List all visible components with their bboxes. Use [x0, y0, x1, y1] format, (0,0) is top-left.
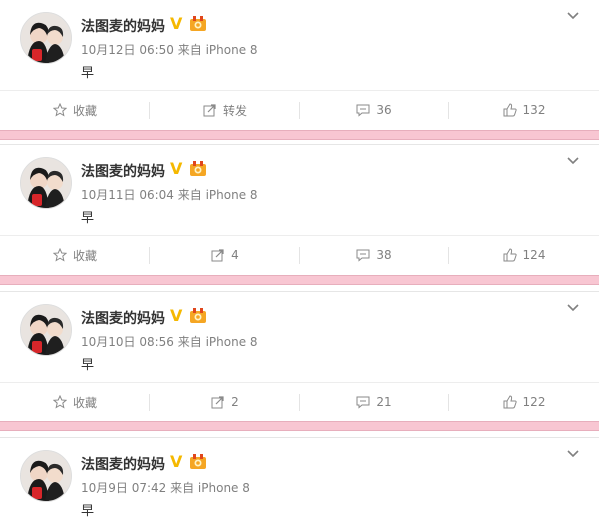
author-name[interactable]: 法图麦的妈妈	[81, 454, 165, 474]
post-text: 早	[81, 504, 95, 519]
weibo-feed: 法图麦的妈妈 V 10月12日 06:50 来自 iPhone 8 早 收藏 转…	[0, 0, 599, 532]
favorite-button[interactable]: 收藏	[0, 383, 150, 421]
favorite-button[interactable]: 收藏	[0, 91, 150, 129]
avatar-photo-icon	[21, 305, 71, 355]
post-text: 早	[81, 66, 95, 81]
repost-button[interactable]: 转发	[150, 91, 300, 129]
thumbs-up-icon	[503, 103, 517, 117]
like-count: 124	[522, 248, 546, 262]
repost-button[interactable]: 2	[150, 383, 300, 421]
like-button[interactable]: 124	[449, 236, 599, 274]
repost-arrow-icon	[211, 396, 224, 409]
author-name[interactable]: 法图麦的妈妈	[81, 16, 165, 36]
like-button[interactable]: 122	[449, 383, 599, 421]
action-bar: 收藏 转发 36 132	[0, 90, 599, 129]
verified-v-icon: V	[170, 14, 183, 33]
comment-count: 21	[376, 395, 392, 409]
star-icon	[52, 248, 67, 262]
thumbs-up-icon	[503, 248, 517, 262]
post-card: 法图麦的妈妈 V 10月11日 06:04 来自 iPhone 8 早 收藏 4…	[0, 144, 599, 273]
action-bar: 收藏 2 21 122	[0, 382, 599, 421]
post-separator	[0, 421, 599, 431]
avatar-photo-icon	[21, 451, 71, 501]
avatar[interactable]	[20, 12, 72, 64]
chevron-down-icon[interactable]	[565, 153, 581, 169]
chevron-down-icon[interactable]	[565, 446, 581, 462]
verified-v-icon: V	[170, 452, 183, 471]
favorite-button[interactable]: 收藏	[0, 236, 150, 274]
post-meta: 10月12日 06:50 来自 iPhone 8	[81, 43, 258, 57]
repost-arrow-icon	[203, 104, 216, 117]
repost-count: 4	[231, 248, 239, 262]
repost-arrow-icon	[211, 249, 224, 262]
avatar-photo-icon	[21, 13, 71, 63]
post-card: 法图麦的妈妈 V 10月10日 08:56 来自 iPhone 8 早 收藏 2…	[0, 291, 599, 420]
action-bar: 收藏 4 38 124	[0, 235, 599, 274]
favorite-label: 收藏	[72, 103, 97, 118]
like-count: 122	[522, 395, 546, 409]
post-meta: 10月11日 06:04 来自 iPhone 8	[81, 188, 258, 202]
verified-v-icon: V	[170, 159, 183, 178]
post-card: 法图麦的妈妈 V 10月9日 07:42 来自 iPhone 8 早	[0, 437, 599, 532]
repost-button[interactable]: 4	[150, 236, 300, 274]
repost-count: 2	[231, 395, 239, 409]
star-icon	[52, 103, 67, 117]
avatar[interactable]	[20, 304, 72, 356]
comment-bubble-icon	[356, 396, 370, 409]
favorite-label: 收藏	[72, 395, 97, 410]
star-icon	[52, 395, 67, 409]
post-separator	[0, 275, 599, 285]
post-meta: 10月9日 07:42 来自 iPhone 8	[81, 481, 250, 495]
comment-count: 38	[376, 248, 392, 262]
thumbs-up-icon	[503, 395, 517, 409]
post-separator	[0, 130, 599, 140]
comment-button[interactable]: 36	[299, 91, 449, 129]
avatar[interactable]	[20, 157, 72, 209]
author-name[interactable]: 法图麦的妈妈	[81, 308, 165, 328]
comment-bubble-icon	[356, 104, 370, 117]
author-name[interactable]: 法图麦的妈妈	[81, 161, 165, 181]
avatar-photo-icon	[21, 158, 71, 208]
medal-badge-icon[interactable]	[189, 453, 207, 470]
comment-count: 36	[376, 103, 392, 117]
like-count: 132	[522, 103, 546, 117]
verified-v-icon: V	[170, 306, 183, 325]
post-meta: 10月10日 08:56 来自 iPhone 8	[81, 335, 258, 349]
favorite-label: 收藏	[72, 248, 97, 263]
chevron-down-icon[interactable]	[565, 300, 581, 316]
comment-button[interactable]: 38	[299, 236, 449, 274]
comment-button[interactable]: 21	[299, 383, 449, 421]
comment-bubble-icon	[356, 249, 370, 262]
medal-badge-icon[interactable]	[189, 307, 207, 324]
post-text: 早	[81, 358, 95, 373]
post-card: 法图麦的妈妈 V 10月12日 06:50 来自 iPhone 8 早 收藏 转…	[0, 0, 599, 128]
post-text: 早	[81, 211, 95, 226]
medal-badge-icon[interactable]	[189, 160, 207, 177]
like-button[interactable]: 132	[449, 91, 599, 129]
medal-badge-icon[interactable]	[189, 15, 207, 32]
avatar[interactable]	[20, 450, 72, 502]
repost-count: 转发	[222, 103, 247, 118]
chevron-down-icon[interactable]	[565, 8, 581, 24]
